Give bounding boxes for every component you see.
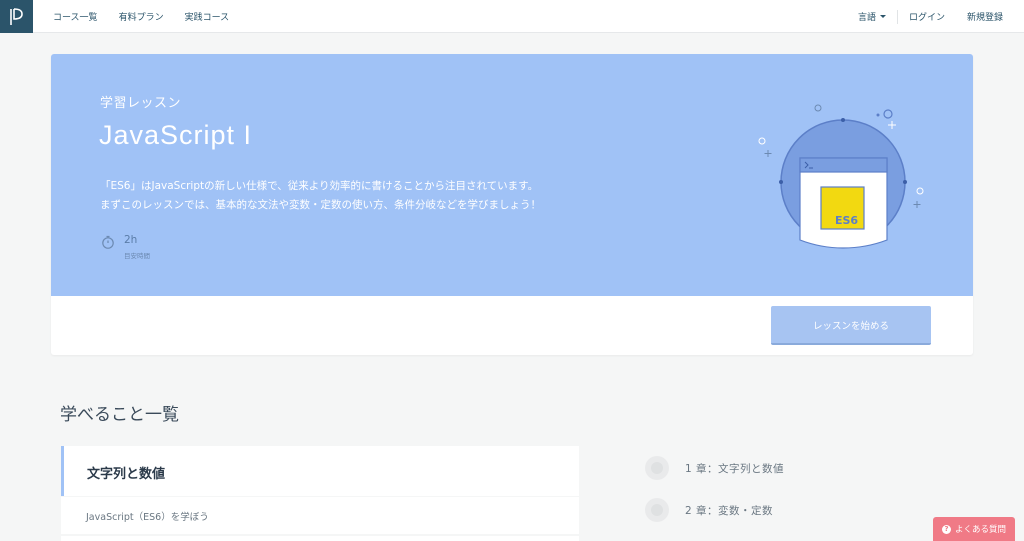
learnings-title: 学べること一覧: [60, 405, 179, 425]
stopwatch-icon: [102, 235, 114, 249]
progress-circle-icon: [645, 498, 669, 522]
es6-illustration: ES6: [758, 104, 924, 249]
es6-badge: ES6: [835, 214, 858, 227]
toc-label: 1 章：文字列と数値: [685, 462, 785, 475]
progress-circle-icon: [645, 456, 669, 480]
progate-logo-icon: [9, 7, 23, 25]
nav-courses[interactable]: コース一覧: [53, 10, 98, 23]
chapter-item-text: JavaScript（ES6）を学ぼう: [86, 512, 209, 523]
account-nav: 言語 ログイン 新規登録: [847, 0, 1014, 33]
faq-label: よくある質問: [954, 525, 1006, 535]
login-link[interactable]: ログイン: [898, 10, 956, 23]
nav-practice-courses[interactable]: 実践コース: [185, 10, 230, 23]
top-header: コース一覧 有料プラン 実践コース 言語 ログイン 新規登録: [0, 0, 1024, 33]
lesson-hero: 学習レッスン JavaScript I 「ES6」はJavaScriptの新しい…: [51, 54, 973, 296]
chapter-card-edge: [61, 536, 579, 541]
chapter-item: JavaScript（ES6）を学ぼう: [61, 497, 579, 534]
language-label: 言語: [857, 13, 876, 23]
toc-label: 2 章：変数・定数: [685, 504, 774, 517]
description-line: 「ES6」はJavaScriptの新しい仕様で、従来より効率的に書けることから注…: [100, 180, 539, 192]
start-lesson-button[interactable]: レッスンを始める: [771, 306, 931, 345]
faq-button[interactable]: ? よくある質問: [933, 517, 1015, 541]
signup-link[interactable]: 新規登録: [956, 10, 1014, 23]
chapter-card: 文字列と数値 JavaScript（ES6）を学ぼう: [61, 446, 579, 541]
lesson-title: JavaScript I: [99, 120, 253, 150]
chevron-down-icon: [879, 15, 886, 18]
lesson-card: 学習レッスン JavaScript I 「ES6」はJavaScriptの新しい…: [51, 54, 973, 355]
toc-item[interactable]: 1 章：文字列と数値: [645, 455, 945, 481]
question-icon: ?: [941, 524, 951, 534]
toc-item[interactable]: 2 章：変数・定数: [645, 497, 945, 523]
language-dropdown[interactable]: 言語: [847, 10, 897, 23]
chapter-header[interactable]: 文字列と数値: [61, 446, 579, 496]
logo[interactable]: [0, 0, 33, 33]
estimated-time-value: 2h: [124, 234, 138, 246]
nav-paid-plan[interactable]: 有料プラン: [119, 10, 164, 23]
chapter-name: 文字列と数値: [87, 467, 166, 482]
main-nav: コース一覧 有料プラン 実践コース: [53, 0, 229, 33]
description-line: まずこのレッスンでは、基本的な文法や変数・定数の使い方、条件分岐などを学びましょ…: [100, 199, 541, 211]
lesson-type: 学習レッスン: [100, 96, 182, 111]
estimated-time-label: 目安時間: [124, 252, 150, 260]
lesson-description: 「ES6」はJavaScriptの新しい仕様で、従来より効率的に書けることから注…: [100, 177, 541, 215]
